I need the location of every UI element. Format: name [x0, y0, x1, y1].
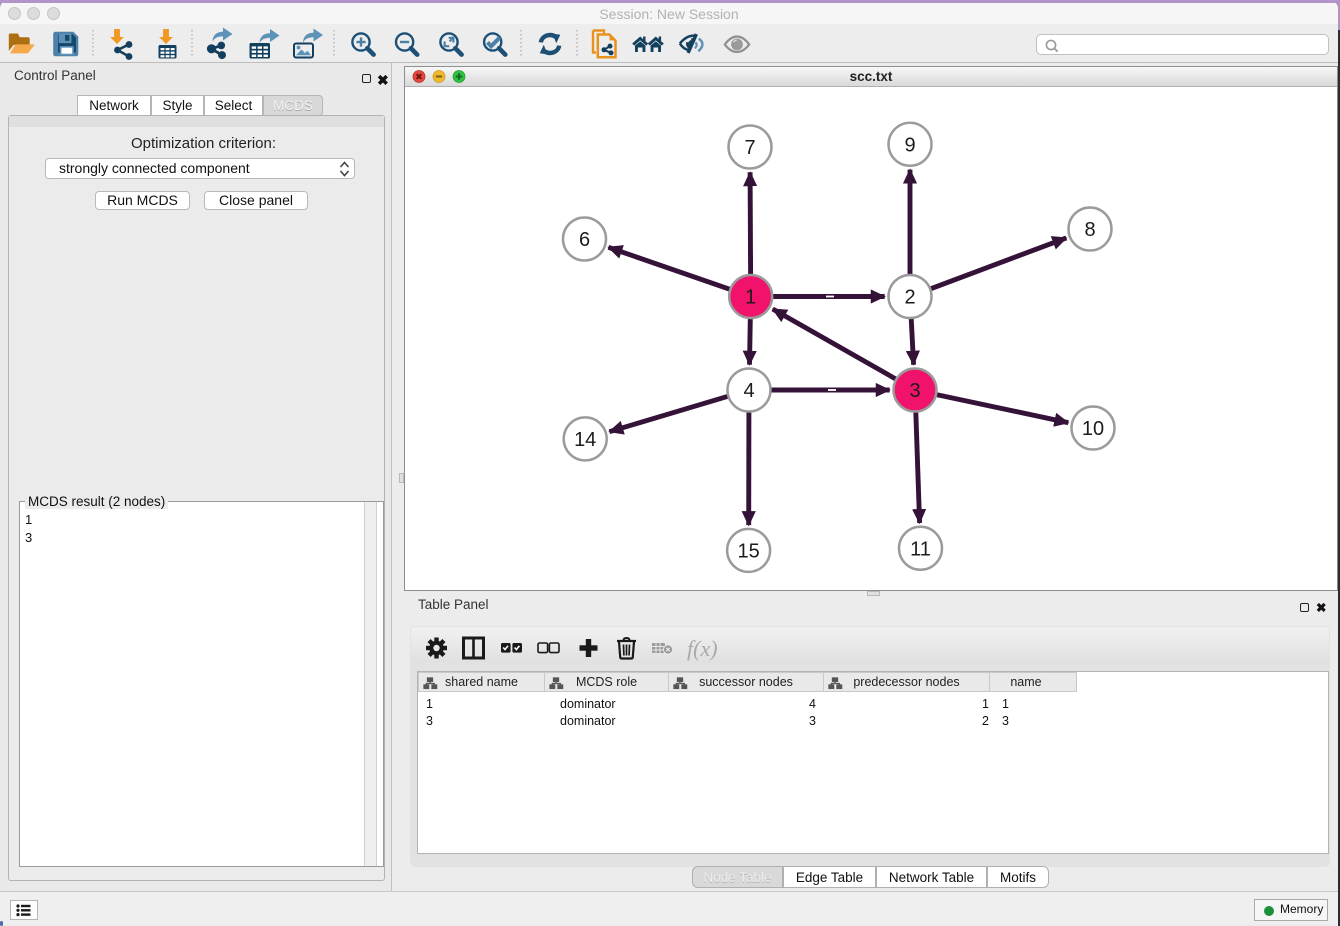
svg-text:10: 10	[1082, 418, 1104, 440]
svg-text:1: 1	[745, 287, 756, 309]
svg-text:9: 9	[904, 134, 915, 156]
svg-text:3: 3	[909, 380, 920, 402]
svg-text:15: 15	[737, 540, 759, 562]
svg-text:8: 8	[1084, 219, 1095, 241]
svg-text:f(x): f(x)	[687, 636, 718, 661]
svg-text:6: 6	[579, 229, 590, 251]
svg-text:2: 2	[904, 287, 915, 309]
svg-text:11: 11	[910, 538, 931, 560]
svg-text:4: 4	[743, 380, 754, 402]
svg-text:7: 7	[744, 137, 755, 159]
svg-text:14: 14	[574, 429, 596, 451]
